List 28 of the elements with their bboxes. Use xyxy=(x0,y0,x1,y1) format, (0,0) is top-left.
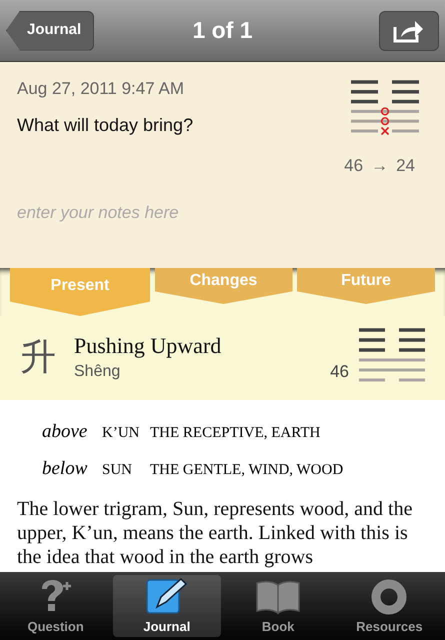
trigram-position: below xyxy=(42,456,88,480)
body-paragraph: The lower trigram, Sun, represents wood, and the upper, K’un, means the earth. Linked with this is the idea that wood in the earth grows xyxy=(16,497,414,569)
trigram-meaning: THE GENTLE, WIND, WOOD xyxy=(150,460,344,480)
trigram-name: SUN xyxy=(102,460,134,480)
trigram-position: above xyxy=(42,420,88,444)
hexagram-number: 46 xyxy=(330,360,349,382)
question-text: What will today bring? xyxy=(17,114,194,137)
trigram-name: K’UN xyxy=(102,424,140,443)
trigram-meaning: THE RECEPTIVE, EARTH xyxy=(150,424,320,443)
lifebuoy-icon xyxy=(371,578,408,614)
screen-title: 1 of 1 xyxy=(192,16,253,46)
share-button[interactable] xyxy=(379,10,439,50)
entry-date: Aug 27, 2011 9:47 AM xyxy=(17,78,185,100)
book-icon xyxy=(254,578,302,614)
tab-bar-item[interactable]: Question xyxy=(2,575,110,637)
arrow-text: → xyxy=(371,154,388,177)
hexagram-number: 46 xyxy=(344,154,364,177)
tab-bar-item[interactable]: Journal xyxy=(113,575,220,637)
share-icon xyxy=(393,18,425,42)
romanization: Shêng xyxy=(74,362,122,382)
tab-bar-item[interactable]: Book xyxy=(224,575,332,637)
hexagram-name: Pushing Upward xyxy=(74,332,222,360)
chinese-character: 升 xyxy=(20,336,57,380)
back-button[interactable]: Journal xyxy=(6,10,94,50)
hexagram-number: 24 xyxy=(396,154,415,177)
tab-bar-item[interactable]: Resources xyxy=(336,575,443,637)
notebook-pencil-icon xyxy=(144,576,189,614)
notes-field[interactable]: enter your notes here xyxy=(17,200,397,226)
